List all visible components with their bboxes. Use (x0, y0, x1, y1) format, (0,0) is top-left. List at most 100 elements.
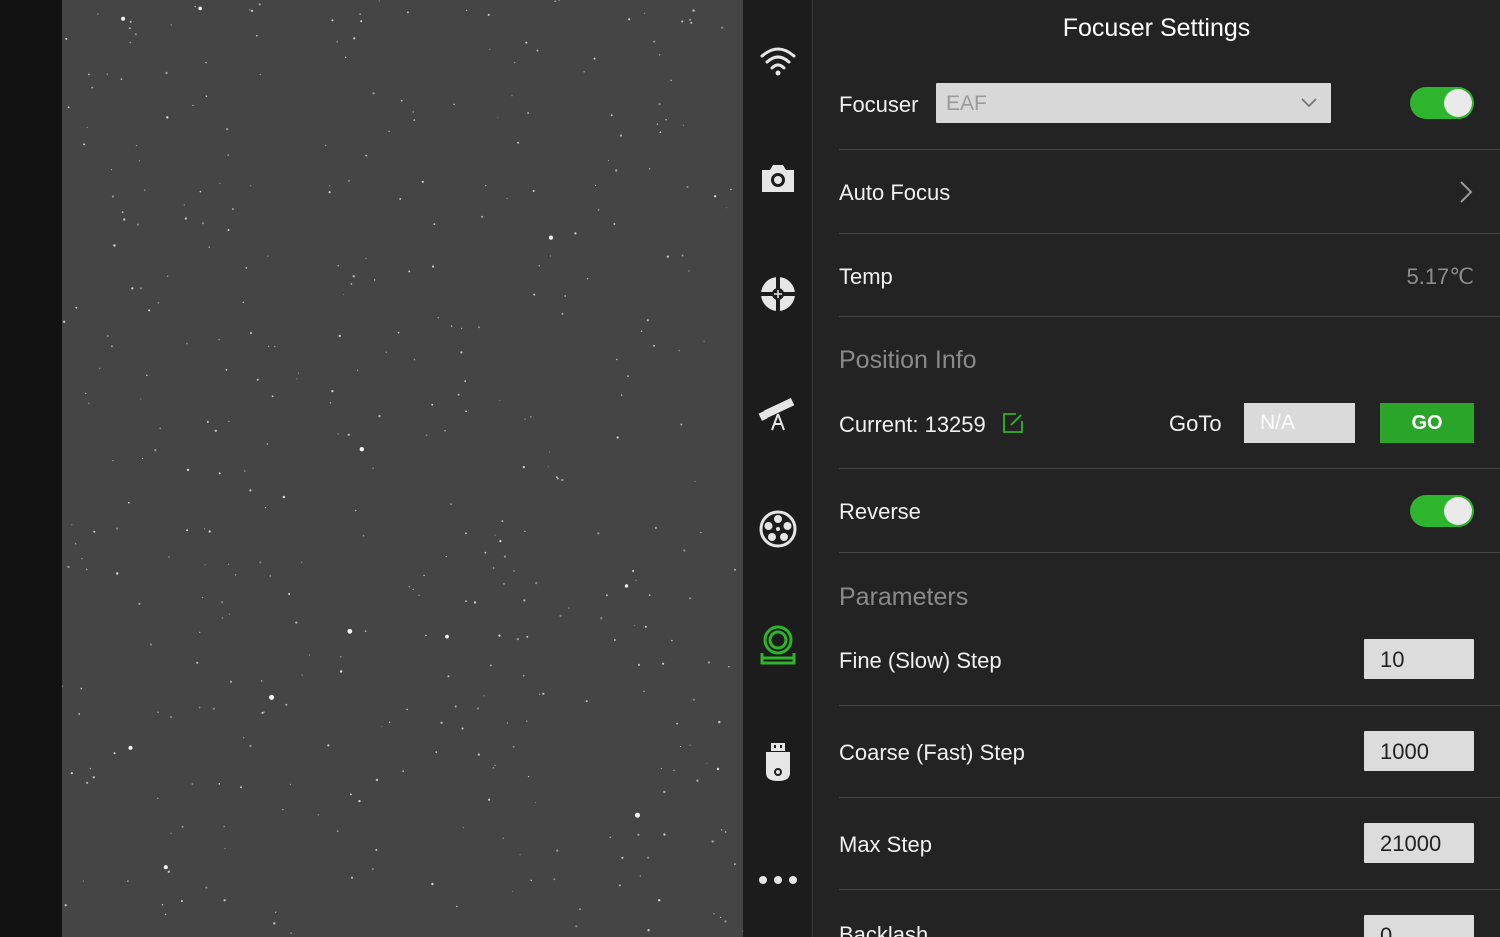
star (542, 692, 545, 695)
star (397, 331, 400, 334)
star (461, 727, 464, 730)
reverse-toggle[interactable] (1410, 495, 1474, 527)
star (548, 235, 554, 240)
star (261, 711, 264, 714)
star (535, 802, 536, 803)
star (492, 767, 494, 769)
star (347, 628, 353, 634)
coarse-step-input[interactable]: 1000 (1364, 731, 1474, 771)
star (149, 643, 153, 646)
star (385, 351, 387, 353)
star (83, 143, 85, 146)
star-field-preview[interactable] (62, 0, 743, 937)
star (694, 480, 696, 482)
star (71, 524, 73, 526)
star (225, 369, 228, 371)
star (86, 126, 88, 128)
star (359, 13, 362, 16)
more-icon[interactable] (756, 858, 800, 902)
star (375, 849, 378, 851)
star (107, 335, 109, 337)
star (148, 309, 151, 312)
star (199, 190, 202, 193)
star (483, 695, 485, 697)
star (658, 899, 661, 902)
star (714, 195, 717, 198)
auto-focus-label[interactable]: Auto Focus (839, 180, 950, 206)
star (282, 809, 284, 811)
star (343, 294, 344, 296)
star (240, 786, 242, 788)
max-step-value: 21000 (1380, 831, 1442, 856)
telescope-mount-icon[interactable] (756, 390, 800, 434)
star (201, 222, 205, 225)
wifi-icon[interactable] (756, 38, 800, 82)
star (605, 594, 608, 597)
star (282, 495, 286, 499)
max-step-input[interactable]: 21000 (1364, 823, 1474, 863)
star (680, 423, 683, 426)
chevron-down-icon (1301, 95, 1317, 113)
star (180, 900, 183, 902)
star (460, 351, 463, 354)
star (539, 693, 541, 695)
divider (839, 797, 1500, 798)
star (184, 217, 187, 220)
star (67, 565, 70, 569)
star (554, 0, 556, 3)
focuser-icon[interactable] (756, 624, 800, 668)
star (501, 520, 504, 522)
left-black-strip (0, 0, 62, 937)
star (249, 331, 253, 335)
star (724, 920, 727, 923)
star (121, 16, 126, 21)
star (445, 634, 449, 639)
star (208, 530, 211, 533)
usb-storage-icon[interactable] (756, 740, 800, 784)
star (352, 275, 355, 278)
divider (839, 552, 1500, 553)
star (561, 478, 564, 482)
edit-icon[interactable] (1002, 412, 1024, 439)
panel-title: Focuser Settings (1062, 14, 1251, 42)
star (646, 319, 649, 322)
star (635, 812, 640, 818)
toggle-knob (1444, 497, 1472, 525)
focuser-enable-toggle[interactable] (1410, 87, 1474, 119)
star (106, 73, 108, 75)
star (654, 526, 658, 530)
star (235, 574, 237, 576)
star (99, 367, 101, 369)
star (62, 320, 66, 323)
star (523, 599, 526, 602)
star (485, 184, 487, 187)
star (527, 112, 529, 114)
go-button[interactable]: GO (1380, 403, 1474, 443)
star (437, 317, 439, 319)
star (633, 625, 635, 626)
filter-wheel-icon[interactable] (756, 507, 800, 551)
star (431, 882, 434, 886)
star (574, 232, 577, 235)
star (465, 532, 467, 535)
fine-step-label: Fine (Slow) Step (839, 648, 1002, 673)
star (75, 306, 78, 309)
focuser-select[interactable]: EAF (936, 83, 1331, 123)
star (350, 283, 353, 285)
star (425, 434, 428, 437)
star (719, 916, 722, 919)
star (532, 190, 535, 192)
chevron-right-icon[interactable] (1459, 180, 1473, 209)
star (653, 40, 656, 43)
goto-position-input[interactable]: N/A (1244, 403, 1355, 443)
star (707, 661, 711, 664)
fine-step-input[interactable]: 10 (1364, 639, 1474, 679)
star (74, 542, 77, 545)
guide-crosshair-icon[interactable] (756, 272, 800, 316)
star (327, 744, 330, 747)
backlash-input[interactable]: 0 (1364, 915, 1474, 937)
star (556, 476, 558, 478)
star (478, 326, 480, 329)
camera-icon[interactable] (756, 156, 800, 200)
star (462, 827, 464, 829)
